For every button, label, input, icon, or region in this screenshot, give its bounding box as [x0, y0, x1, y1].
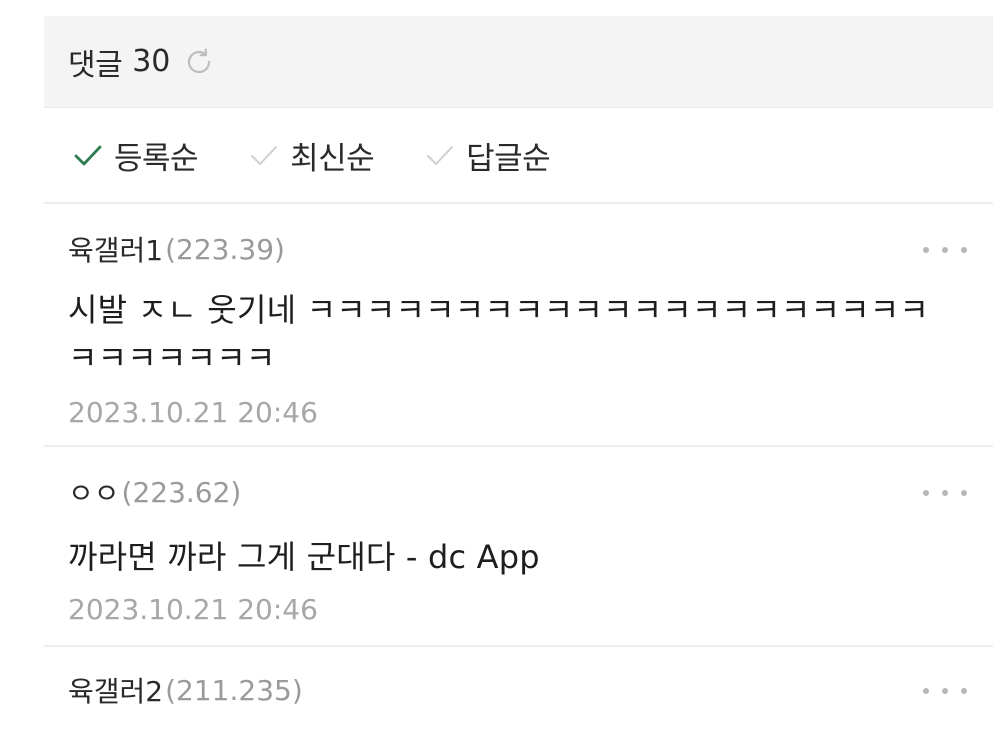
comment-meta: 육갤러1 (223.39)	[68, 229, 993, 269]
comment-date: 2023.10.21 20:46	[68, 396, 318, 429]
comment-count: 30	[132, 44, 171, 79]
check-icon	[427, 146, 454, 165]
comment-meta: ㅇㅇ (223.62)	[68, 472, 993, 512]
sort-option-label: 등록순	[114, 140, 199, 177]
sort-option-label: 답글순	[466, 140, 551, 177]
check-icon	[74, 145, 102, 166]
sort-option-replies[interactable]: 답글순	[424, 133, 551, 178]
comment-meta: 육갤러2 (211.235)	[68, 670, 993, 710]
comment-nickname[interactable]: 육갤러1	[68, 229, 163, 269]
more-options-icon[interactable]	[923, 681, 967, 701]
comment-body: 까라면 까라 그게 군대다 - dc App	[68, 538, 540, 576]
comment-title: 댓글	[68, 47, 123, 83]
more-options-icon[interactable]	[923, 483, 967, 503]
comment-ip: (211.235)	[165, 673, 303, 707]
check-icon	[251, 146, 278, 165]
sort-bar: 등록순 최신순 답글순	[44, 108, 993, 204]
sort-option-label: 최신순	[290, 140, 375, 177]
left-gutter	[0, 0, 44, 752]
comment-item: 육갤러2 (211.235)	[44, 647, 993, 750]
comment-item: 육갤러1 (223.39) 시발 ㅈㄴ 웃기네 ㅋㅋㅋㅋㅋㅋㅋㅋㅋㅋㅋㅋㅋㅋㅋㅋ…	[44, 204, 993, 447]
comment-nickname[interactable]: ㅇㅇ	[68, 472, 120, 512]
comment-nickname[interactable]: 육갤러2	[68, 670, 163, 710]
refresh-icon[interactable]	[182, 45, 216, 79]
sort-option-registered[interactable]: 등록순	[72, 133, 199, 178]
sort-option-latest[interactable]: 최신순	[248, 133, 375, 178]
top-spacer	[44, 0, 993, 16]
comment-header: 댓글 30	[44, 16, 993, 108]
comment-ip: (223.62)	[121, 475, 242, 509]
comment-body: 시발 ㅈㄴ 웃기네 ㅋㅋㅋㅋㅋㅋㅋㅋㅋㅋㅋㅋㅋㅋㅋㅋㅋㅋㅋㅋㅋㅋㅋㅋㅋㅋㅋㅋ	[68, 291, 930, 377]
comment-date: 2023.10.21 20:46	[68, 593, 318, 626]
right-gutter	[993, 0, 997, 752]
comment-item: ㅇㅇ (223.62) 까라면 까라 그게 군대다 - dc App 2023.…	[44, 447, 993, 647]
comment-section: 댓글 30 등록순 최신순 답글순 육갤러1 (223.39) 시발 ㅈㄴ 웃기…	[44, 0, 993, 752]
more-options-icon[interactable]	[923, 240, 967, 260]
comment-ip: (223.39)	[165, 232, 285, 266]
